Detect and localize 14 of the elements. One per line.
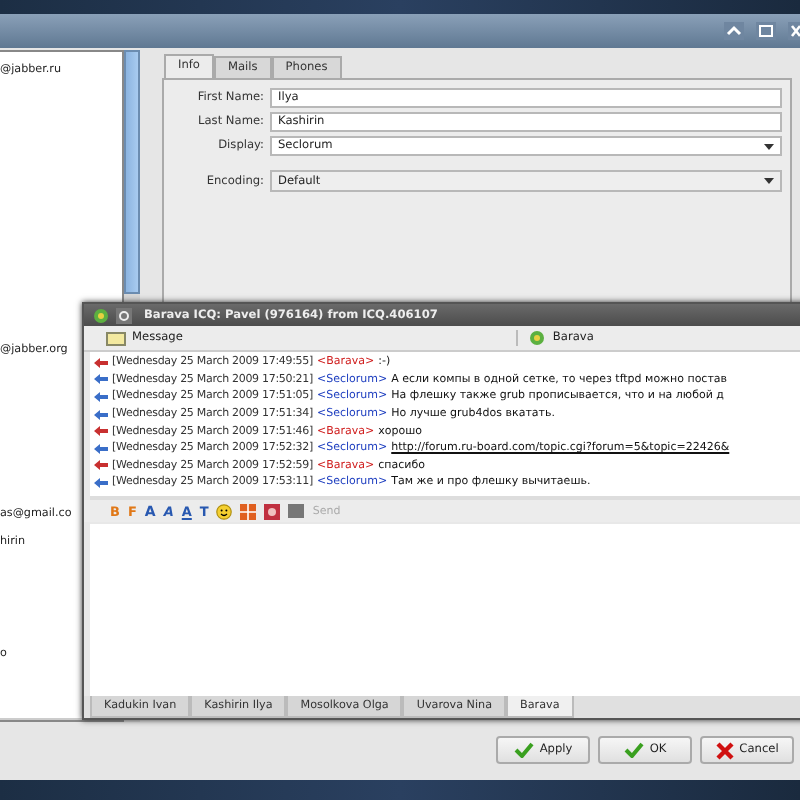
circle-icon[interactable] — [116, 307, 132, 323]
checkmark-icon — [623, 742, 644, 758]
checkmark-icon — [513, 742, 534, 758]
scrollbar[interactable] — [124, 50, 140, 294]
envelope-icon — [106, 331, 126, 345]
maximize-icon[interactable] — [756, 22, 776, 40]
message-input[interactable] — [90, 524, 800, 696]
close-icon[interactable] — [788, 22, 800, 40]
dropdown-arrow-icon — [764, 178, 774, 184]
cross-icon — [715, 741, 734, 759]
grid-icon[interactable] — [240, 503, 257, 519]
smiley-icon[interactable] — [216, 503, 233, 519]
square-icon[interactable] — [288, 504, 305, 518]
dropdown-arrow-icon — [764, 143, 774, 149]
